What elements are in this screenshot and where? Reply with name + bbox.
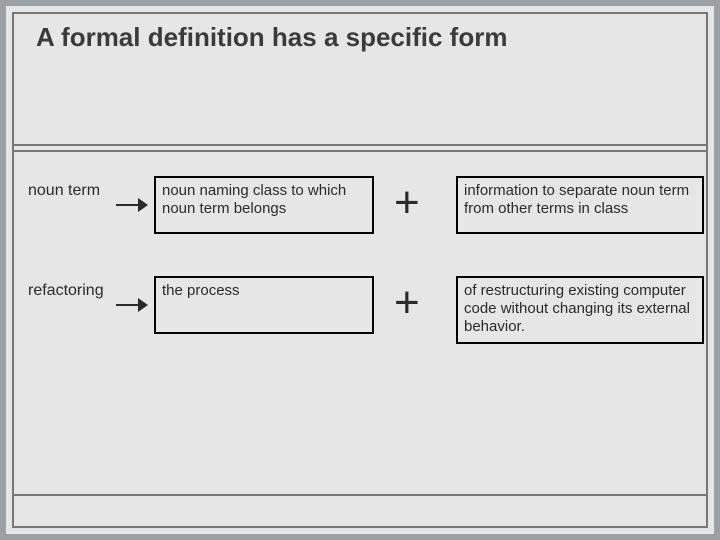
footer-rule bbox=[14, 494, 706, 496]
arrow-icon bbox=[116, 298, 148, 312]
term-label: noun term bbox=[28, 182, 116, 200]
title-underline bbox=[14, 150, 706, 152]
class-box: the process bbox=[154, 276, 374, 334]
term-label: refactoring bbox=[28, 282, 116, 300]
differentia-box: of restructuring existing computer code … bbox=[456, 276, 704, 344]
slide: A formal definition has a specific form … bbox=[0, 0, 720, 540]
slide-title: A formal definition has a specific form bbox=[36, 22, 507, 53]
arrow-icon bbox=[116, 198, 148, 212]
plus-sign: + bbox=[394, 278, 420, 328]
plus-sign: + bbox=[394, 178, 420, 228]
title-area: A formal definition has a specific form bbox=[14, 14, 706, 146]
differentia-box: information to separate noun term from o… bbox=[456, 176, 704, 234]
class-box: noun naming class to which noun term bel… bbox=[154, 176, 374, 234]
slide-inner-border: A formal definition has a specific form … bbox=[12, 12, 708, 528]
